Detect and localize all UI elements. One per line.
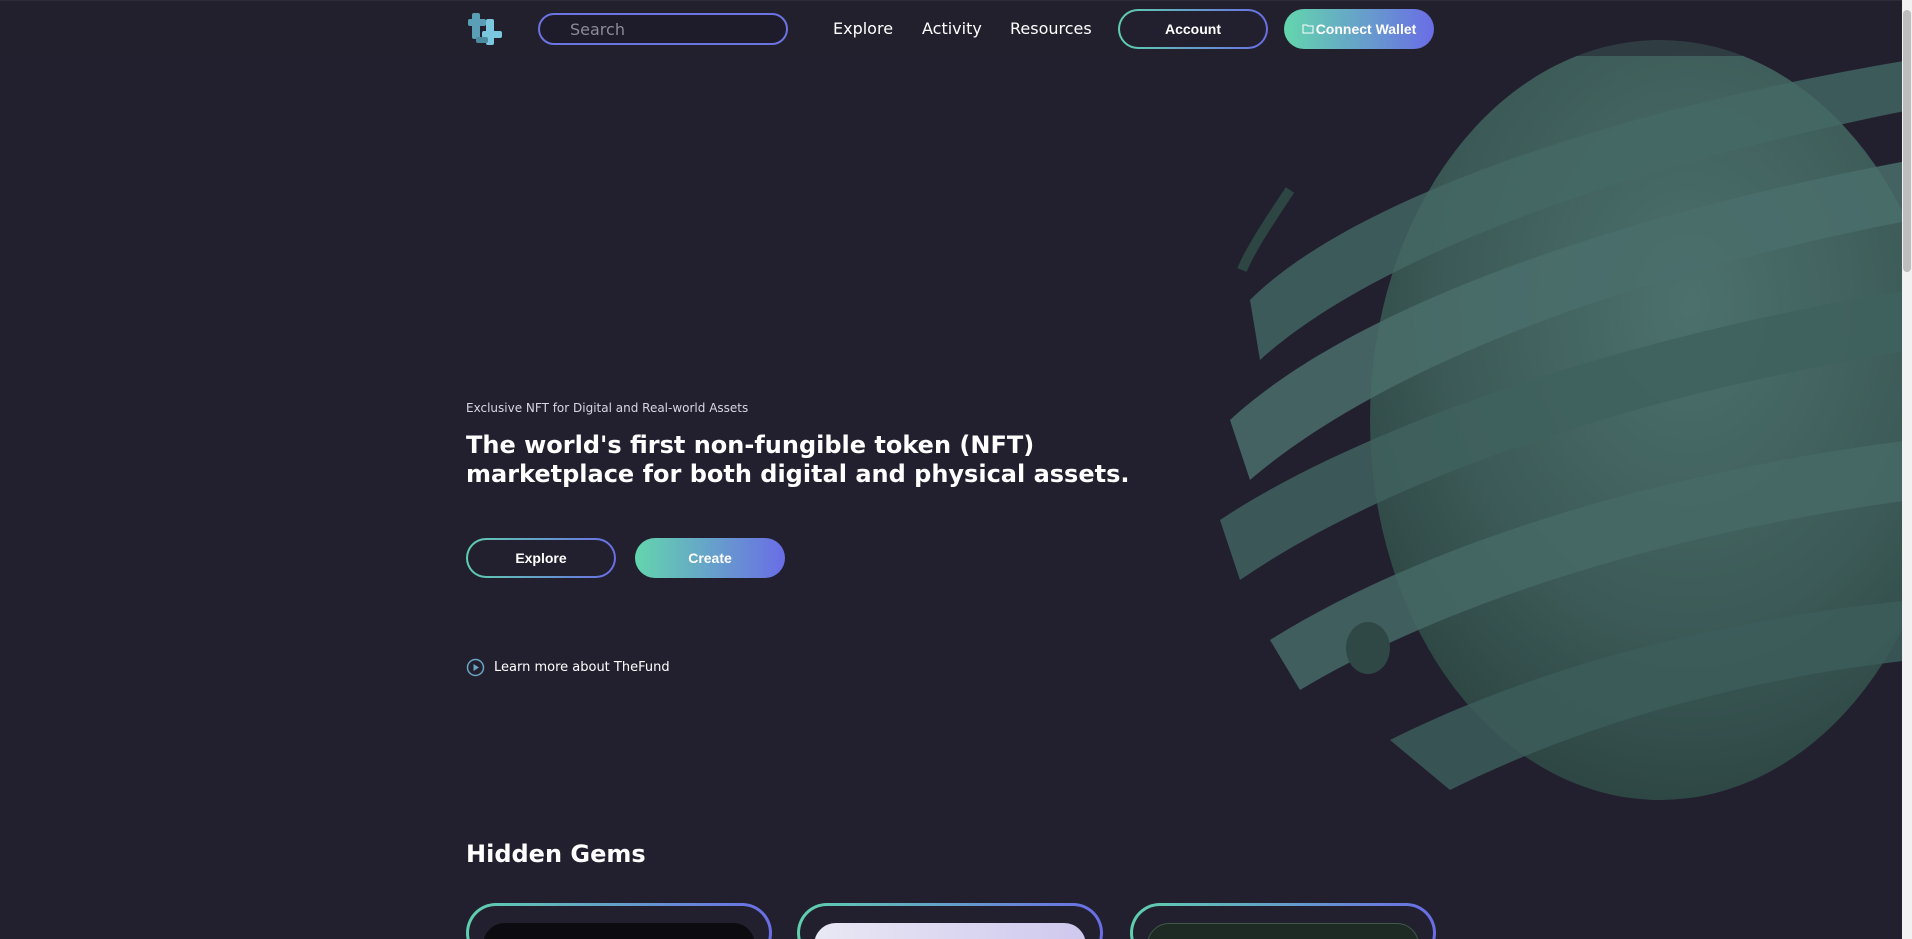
- gem-card-body: [1133, 906, 1433, 939]
- hero-headline: The world's first non-fungible token (NF…: [466, 431, 1130, 488]
- page-scrollbar[interactable]: [1902, 0, 1912, 939]
- top-navbar: Explore Activity Resources Account Conne…: [0, 0, 1902, 56]
- hero-eyebrow: Exclusive NFT for Digital and Real-world…: [466, 401, 749, 415]
- connect-wallet-label: Connect Wallet: [1315, 21, 1417, 37]
- learn-more-label: Learn more about TheFund: [494, 660, 670, 675]
- account-button-label: Account: [1120, 11, 1266, 47]
- search-input[interactable]: [538, 13, 788, 45]
- gem-card-image: [1147, 923, 1419, 939]
- connect-wallet-button[interactable]: Connect Wallet: [1284, 9, 1434, 49]
- gem-card-body: [469, 906, 769, 939]
- gem-card-2[interactable]: [797, 903, 1103, 939]
- hero-create-button[interactable]: Create: [635, 538, 785, 578]
- hidden-gems-title: Hidden Gems: [466, 840, 646, 868]
- scrollbar-thumb[interactable]: [1903, 10, 1911, 272]
- nav-link-resources[interactable]: Resources: [1010, 19, 1092, 38]
- wallet-icon: [1302, 24, 1314, 34]
- logo-icon[interactable]: [466, 9, 506, 49]
- account-button[interactable]: Account: [1118, 9, 1268, 49]
- gem-card-image: [483, 923, 755, 939]
- hero-explore-label: Explore: [468, 540, 614, 576]
- nav-link-activity[interactable]: Activity: [922, 19, 982, 38]
- play-circle-icon: [466, 658, 485, 677]
- nav-link-explore[interactable]: Explore: [833, 19, 893, 38]
- gem-card-image: [814, 923, 1086, 939]
- hero-explore-button[interactable]: Explore: [466, 538, 616, 578]
- gem-card-3[interactable]: [1130, 903, 1436, 939]
- gem-card-1[interactable]: [466, 903, 772, 939]
- hero-create-label: Create: [688, 550, 732, 566]
- gem-card-body: [800, 906, 1100, 939]
- learn-more-link[interactable]: Learn more about TheFund: [466, 658, 670, 677]
- hero-sphere-graphic: [1190, 0, 1912, 820]
